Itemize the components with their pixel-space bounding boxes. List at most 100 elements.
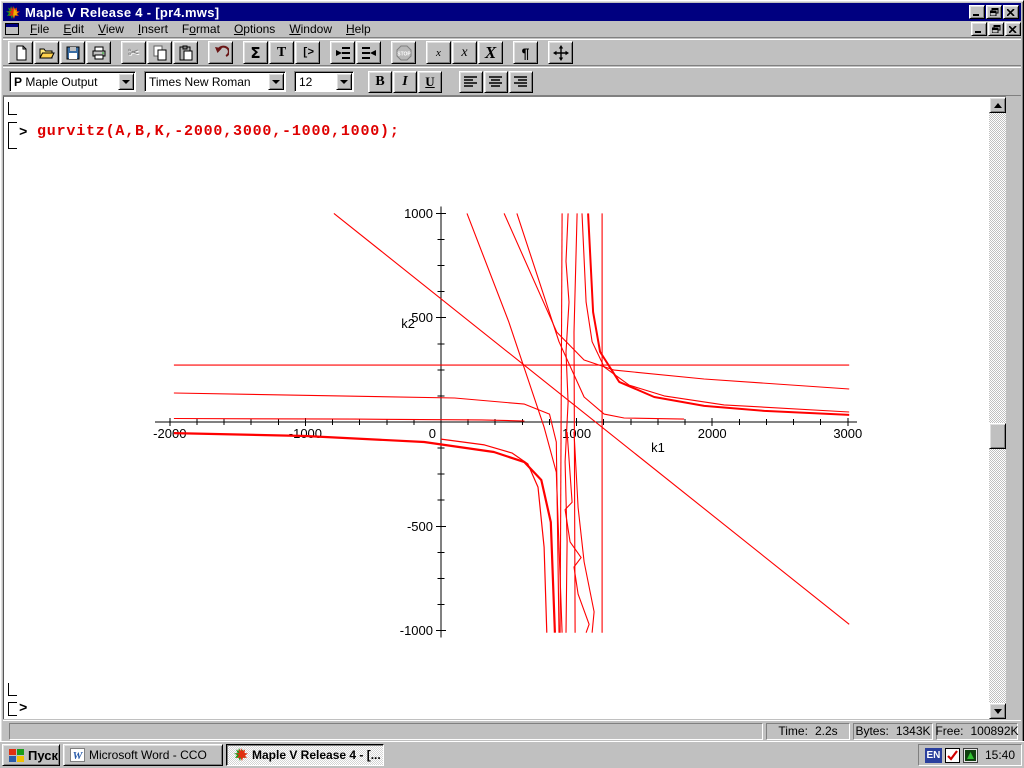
- window-title: Maple V Release 4 - [pr4.mws]: [25, 4, 220, 20]
- maple-leaf-icon: [234, 748, 248, 761]
- tick-label: 1000: [404, 206, 433, 221]
- status-bar: Time: 2.2s Bytes: 1343K Free: 100892K: [3, 720, 1021, 741]
- curve-zigzag-1: [564, 431, 590, 633]
- style-prefix: P: [14, 74, 23, 89]
- task-button-word[interactable]: W Microsoft Word - CCO: [63, 744, 223, 766]
- worksheet-document-icon[interactable]: [5, 23, 19, 35]
- main-toolbar: ✂ Σ T [> STOP x x X ¶: [3, 39, 1021, 66]
- input-group-bracket-bottom: [8, 702, 17, 716]
- align-center-button[interactable]: [484, 70, 508, 93]
- cut-button[interactable]: ✂: [121, 41, 146, 64]
- svg-text:W: W: [73, 750, 84, 762]
- worksheet-area[interactable]: > gurvitz(A,B,K,-2000,3000,-1000,1000); …: [3, 96, 1006, 719]
- menu-options[interactable]: Options: [227, 21, 282, 37]
- align-right-button[interactable]: [509, 70, 533, 93]
- mdi-close-button[interactable]: [1005, 22, 1021, 36]
- copy-button[interactable]: [147, 41, 172, 64]
- print-button[interactable]: [86, 41, 111, 64]
- close-button[interactable]: [1003, 5, 1019, 19]
- group-bracket-end-bottom: [8, 683, 17, 696]
- taskbar: Пуск W Microsoft Word - CCO Maple V Releas…: [0, 741, 1024, 768]
- style-combobox[interactable]: P Maple Output: [9, 71, 136, 92]
- x-axis-label: k1: [651, 440, 665, 455]
- font-large-button[interactable]: X: [478, 41, 503, 64]
- tray-icon-app[interactable]: [962, 747, 978, 763]
- curve-upper-left-branch: [173, 392, 560, 633]
- curve-diag-to-gentle: [503, 213, 850, 390]
- indent-button[interactable]: [356, 41, 381, 64]
- status-message-panel: [9, 722, 763, 740]
- scroll-up-button[interactable]: [989, 97, 1006, 113]
- menu-format[interactable]: Format: [175, 21, 227, 37]
- curve-near-axis-left: [173, 417, 525, 422]
- new-button[interactable]: [8, 41, 33, 64]
- text-mode-button[interactable]: T: [269, 41, 294, 64]
- tick-label: -500: [407, 519, 433, 534]
- bold-button[interactable]: B: [368, 70, 392, 93]
- scroll-down-button[interactable]: [989, 703, 1006, 719]
- show-marks-button[interactable]: ¶: [513, 41, 538, 64]
- undo-button[interactable]: [208, 41, 233, 64]
- menu-edit[interactable]: Edit: [56, 21, 91, 37]
- curve-asymptote-a: [559, 213, 563, 633]
- tray-icon-checkmark[interactable]: [944, 747, 960, 763]
- size-combobox[interactable]: 12: [294, 71, 354, 92]
- status-time-panel: Time: 2.2s: [766, 722, 850, 740]
- status-bytes-panel: Bytes: 1343K: [853, 722, 933, 740]
- font-small-button[interactable]: x: [426, 41, 451, 64]
- svg-text:STOP: STOP: [397, 51, 411, 57]
- font-value: Times New Roman: [149, 74, 251, 89]
- menu-insert[interactable]: Insert: [131, 21, 175, 37]
- vertical-scrollbar[interactable]: [989, 97, 1006, 719]
- curve-steep-diagonal: [466, 213, 563, 633]
- application-window: Maple V Release 4 - [pr4.mws] File Edit Vi…: [0, 0, 1024, 768]
- save-button[interactable]: [60, 41, 85, 64]
- word-icon: W: [70, 748, 85, 762]
- stop-button[interactable]: STOP: [391, 41, 416, 64]
- taskbar-clock[interactable]: 15:40: [985, 748, 1015, 762]
- curve-asymptote-b: [564, 213, 570, 633]
- mdi-minimize-button[interactable]: [971, 22, 987, 36]
- task-button-maple[interactable]: Maple V Release 4 - [...: [226, 744, 384, 766]
- title-bar: Maple V Release 4 - [pr4.mws]: [3, 3, 1021, 21]
- size-dropdown-arrow[interactable]: [336, 73, 352, 90]
- curve-zigzag-2: [573, 431, 595, 633]
- menu-file[interactable]: File: [23, 21, 56, 37]
- menu-bar: File Edit View Insert Format Options Window Hel…: [3, 21, 1021, 38]
- evaluate-sigma-button[interactable]: Σ: [243, 41, 268, 64]
- italic-button[interactable]: I: [393, 70, 417, 93]
- minimize-button[interactable]: [969, 5, 985, 19]
- status-free-panel: Free: 100892K: [935, 722, 1019, 740]
- input-prompt-bottom: >: [19, 701, 28, 717]
- align-left-button[interactable]: [459, 70, 483, 93]
- maple-app-icon: [6, 5, 20, 19]
- language-indicator[interactable]: EN: [924, 747, 942, 763]
- menu-items: File Edit View Insert Format Options Window Hel…: [23, 21, 378, 37]
- expand-view-button[interactable]: [548, 41, 573, 64]
- tick-label: 2000: [698, 426, 727, 441]
- windows-logo-icon: [9, 748, 24, 762]
- menu-help[interactable]: Help: [339, 21, 378, 37]
- font-medium-button[interactable]: x: [452, 41, 477, 64]
- mdi-restore-button[interactable]: [988, 22, 1004, 36]
- font-combobox[interactable]: Times New Roman: [144, 71, 286, 92]
- size-value: 12: [299, 74, 313, 89]
- start-button[interactable]: Пуск: [2, 744, 60, 766]
- outdent-button[interactable]: [330, 41, 355, 64]
- curve-hyperbola-2: [587, 213, 850, 416]
- curve-below-axis-thick: [173, 432, 556, 633]
- maple-input-button[interactable]: [>: [295, 41, 320, 64]
- menu-view[interactable]: View: [91, 21, 131, 37]
- scrollbar-thumb[interactable]: [989, 423, 1006, 449]
- tick-label: -1000: [289, 426, 322, 441]
- restore-button[interactable]: [986, 5, 1002, 19]
- format-toolbar: P Maple Output Times New Roman 12 B I U: [3, 67, 1021, 96]
- style-dropdown-arrow[interactable]: [118, 73, 134, 90]
- tick-label: -1000: [400, 623, 433, 638]
- underline-button[interactable]: U: [418, 70, 442, 93]
- menu-window[interactable]: Window: [282, 21, 339, 37]
- paste-button[interactable]: [173, 41, 198, 64]
- font-dropdown-arrow[interactable]: [268, 73, 284, 90]
- y-axis-label: k2: [401, 316, 415, 331]
- open-button[interactable]: [34, 41, 59, 64]
